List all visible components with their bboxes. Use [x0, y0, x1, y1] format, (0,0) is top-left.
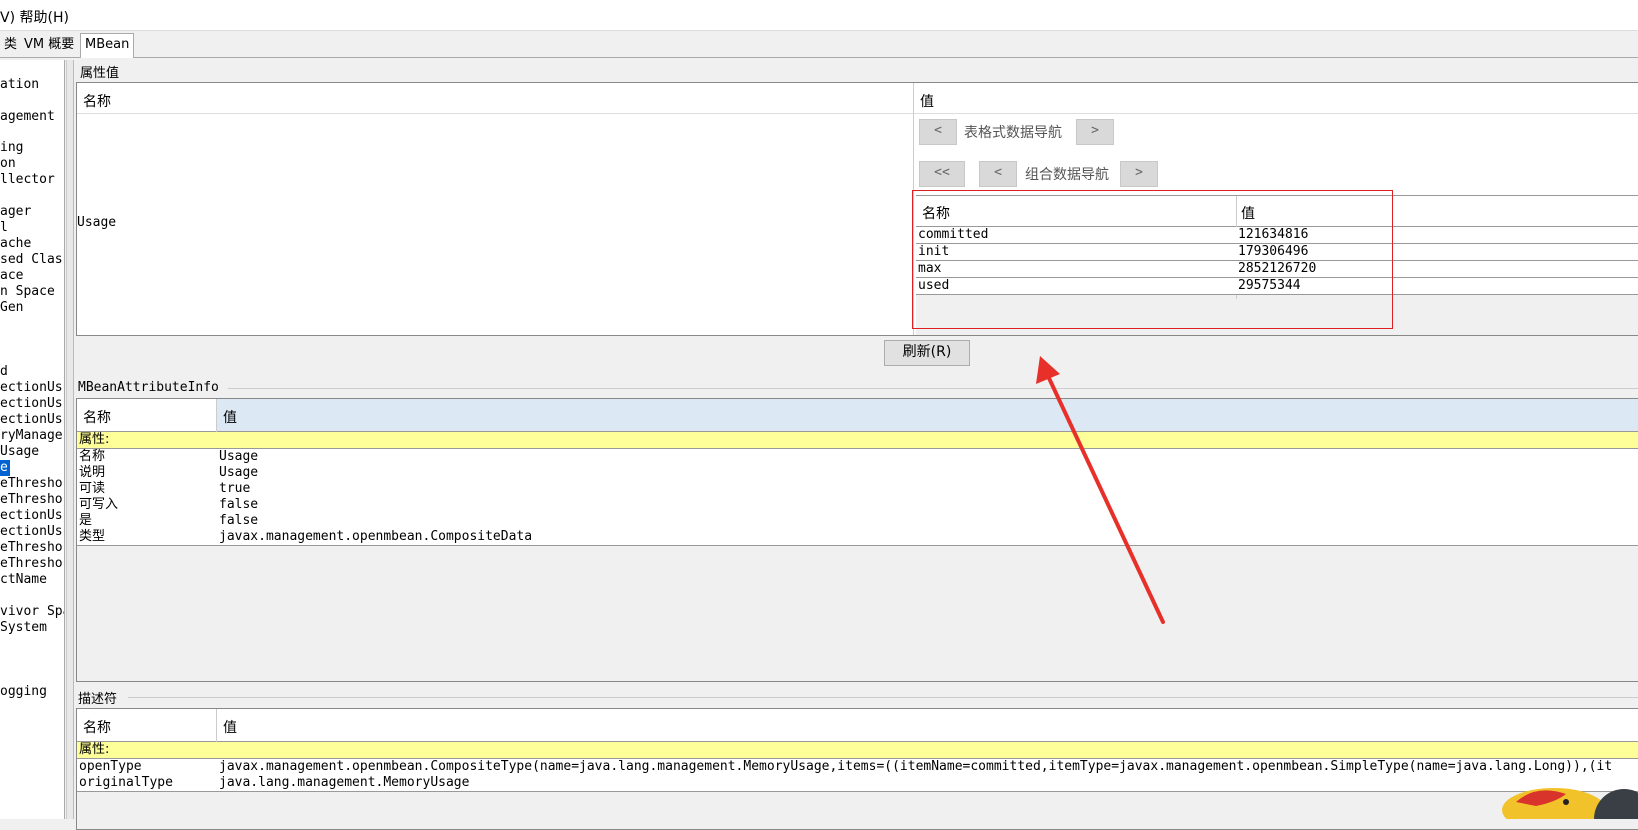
mascot-icon	[1502, 788, 1638, 819]
annotation-arrow-icon	[1036, 356, 1165, 624]
